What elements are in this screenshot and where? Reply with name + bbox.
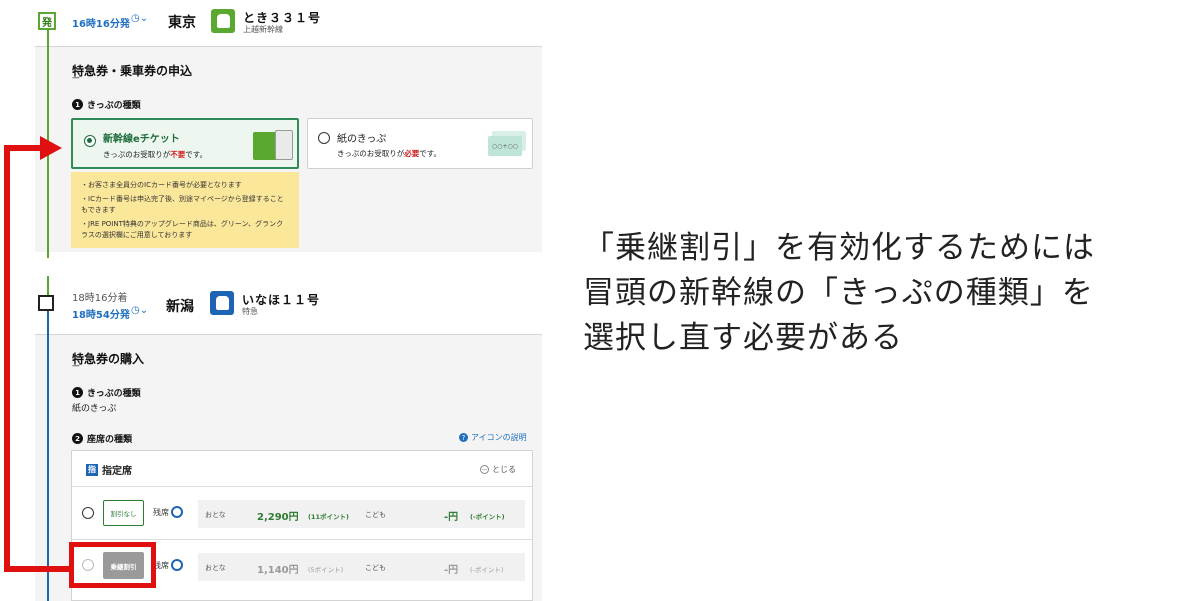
price-row-no-discount: おとな 2,290円 (11ポイント) こども -円 (-ポイント) — [198, 500, 525, 528]
adult-label: おとな — [205, 511, 226, 519]
timeline-line-blue-inner — [47, 334, 49, 601]
clock-icon[interactable]: ◷⌄ — [131, 13, 148, 24]
step1-label-2: 1 きっぷの種類 — [72, 386, 141, 399]
notice-line-2: ・ICカード番号は申込完了後、別途マイページから登録することもできます — [81, 195, 284, 214]
divider — [72, 486, 532, 487]
option-paper-ticket[interactable]: 紙のきっぷ きっぷのお受取りが必要です。 ○○+○○ — [307, 118, 533, 169]
radio-paper-ticket[interactable] — [318, 132, 330, 144]
reserved-seat-icon: 指 — [86, 463, 98, 476]
step-number-1-icon: 1 — [72, 387, 83, 398]
available-circle-icon — [171, 559, 183, 571]
annotation-connector-bottom — [4, 566, 70, 572]
icon-help-link[interactable]: ? アイコンの説明 — [459, 432, 527, 443]
notice-line-1: ・お客さま全員分のICカード番号が必要となります — [81, 181, 242, 189]
departure-time: 16時16分発 — [72, 19, 130, 30]
child-label: こども — [365, 564, 386, 572]
annotation-line-2: 冒頭の新幹線の「きっぷの種類」を — [583, 275, 1094, 311]
departure-badge: 発 — [38, 12, 56, 30]
adult-label: おとな — [205, 564, 226, 572]
title-underline-2: ‐‐‐ — [72, 361, 80, 371]
seat-availability: 残席 — [153, 559, 183, 571]
train-line: 上越新幹線 — [243, 25, 283, 34]
adult-price: 1,140円 — [257, 565, 299, 576]
section-title-2: 特急券の購入 — [72, 352, 145, 366]
option-eticket-title: 新幹線eチケット — [103, 134, 180, 145]
annotation-line-3: 選択し直す必要がある — [583, 320, 903, 356]
train-icon — [210, 291, 234, 315]
child-price: -円 — [444, 565, 459, 576]
train-type-2: 特急 — [242, 307, 258, 316]
train-icon — [211, 9, 235, 33]
step-number-1-icon: 1 — [72, 99, 83, 110]
arrival-time: 18時16分着 — [72, 293, 128, 304]
minus-circle-icon: − — [480, 465, 489, 474]
departure-time-2: 18時54分発 — [72, 310, 130, 321]
help-icon: ? — [459, 433, 468, 442]
eticket-card-icon — [253, 130, 293, 162]
option-eticket-desc: きっぷのお受取りが不要です。 — [103, 150, 207, 159]
station-name: 東京 — [168, 15, 196, 31]
adult-points: (11ポイント) — [308, 513, 349, 521]
clock-icon[interactable]: ◷⌄ — [131, 305, 148, 316]
child-points: (-ポイント) — [470, 566, 504, 574]
child-price: -円 — [444, 512, 459, 523]
price-row-transfer-discount: おとな 1,140円 (5ポイント) こども -円 (-ポイント) — [198, 553, 525, 581]
annotation-text: 「乗継割引」を有効化するためには 冒頭の新幹線の「きっぷの種類」を 選択し直す必… — [583, 226, 1188, 361]
paper-ticket-icon: ○○+○○ — [488, 131, 526, 157]
notice-line-3: ・JRE POINT特典のアップグレード商品は、グリーン、グランクラスの選択欄に… — [81, 220, 284, 239]
child-points: (-ポイント) — [470, 513, 505, 521]
seat-type-header: 指 指定席 — [86, 463, 132, 477]
annotation-connector-vertical — [4, 145, 10, 572]
radio-no-discount[interactable] — [82, 507, 94, 519]
tag-no-discount[interactable]: 割引なし — [103, 500, 144, 526]
annotation-highlight-box — [69, 542, 156, 588]
option-paper-desc: きっぷのお受取りが必要です。 — [337, 149, 441, 158]
collapse-button[interactable]: − とじる — [480, 464, 516, 475]
section-title: 特急券・乗車券の申込 — [72, 64, 193, 78]
adult-points: (5ポイント) — [308, 566, 344, 574]
child-label: こども — [365, 511, 386, 519]
option-eticket[interactable]: 新幹線eチケット きっぷのお受取りが不要です。 — [71, 118, 299, 169]
ic-card-notice: ・お客さま全員分のICカード番号が必要となります ・ICカード番号は申込完了後、… — [71, 172, 299, 248]
station-name-2: 新潟 — [166, 299, 194, 315]
step1-label: 1 きっぷの種類 — [72, 98, 141, 111]
step2-label: 2 座席の種類 — [72, 432, 132, 445]
timeline-line-green-2 — [47, 276, 49, 296]
ticket-type-value: 紙のきっぷ — [72, 404, 117, 414]
available-circle-icon — [171, 506, 183, 518]
adult-price: 2,290円 — [257, 512, 299, 523]
annotation-line-1: 「乗継割引」を有効化するためには — [583, 230, 1095, 266]
option-paper-title: 紙のきっぷ — [337, 134, 387, 145]
divider — [72, 539, 532, 540]
annotation-arrow-icon — [40, 136, 62, 160]
seat-availability: 残席 — [153, 506, 183, 518]
transfer-station-marker — [38, 295, 54, 311]
step-number-2-icon: 2 — [72, 433, 83, 444]
title-underline: ‐‐‐ — [72, 73, 80, 83]
radio-eticket[interactable] — [84, 135, 96, 147]
